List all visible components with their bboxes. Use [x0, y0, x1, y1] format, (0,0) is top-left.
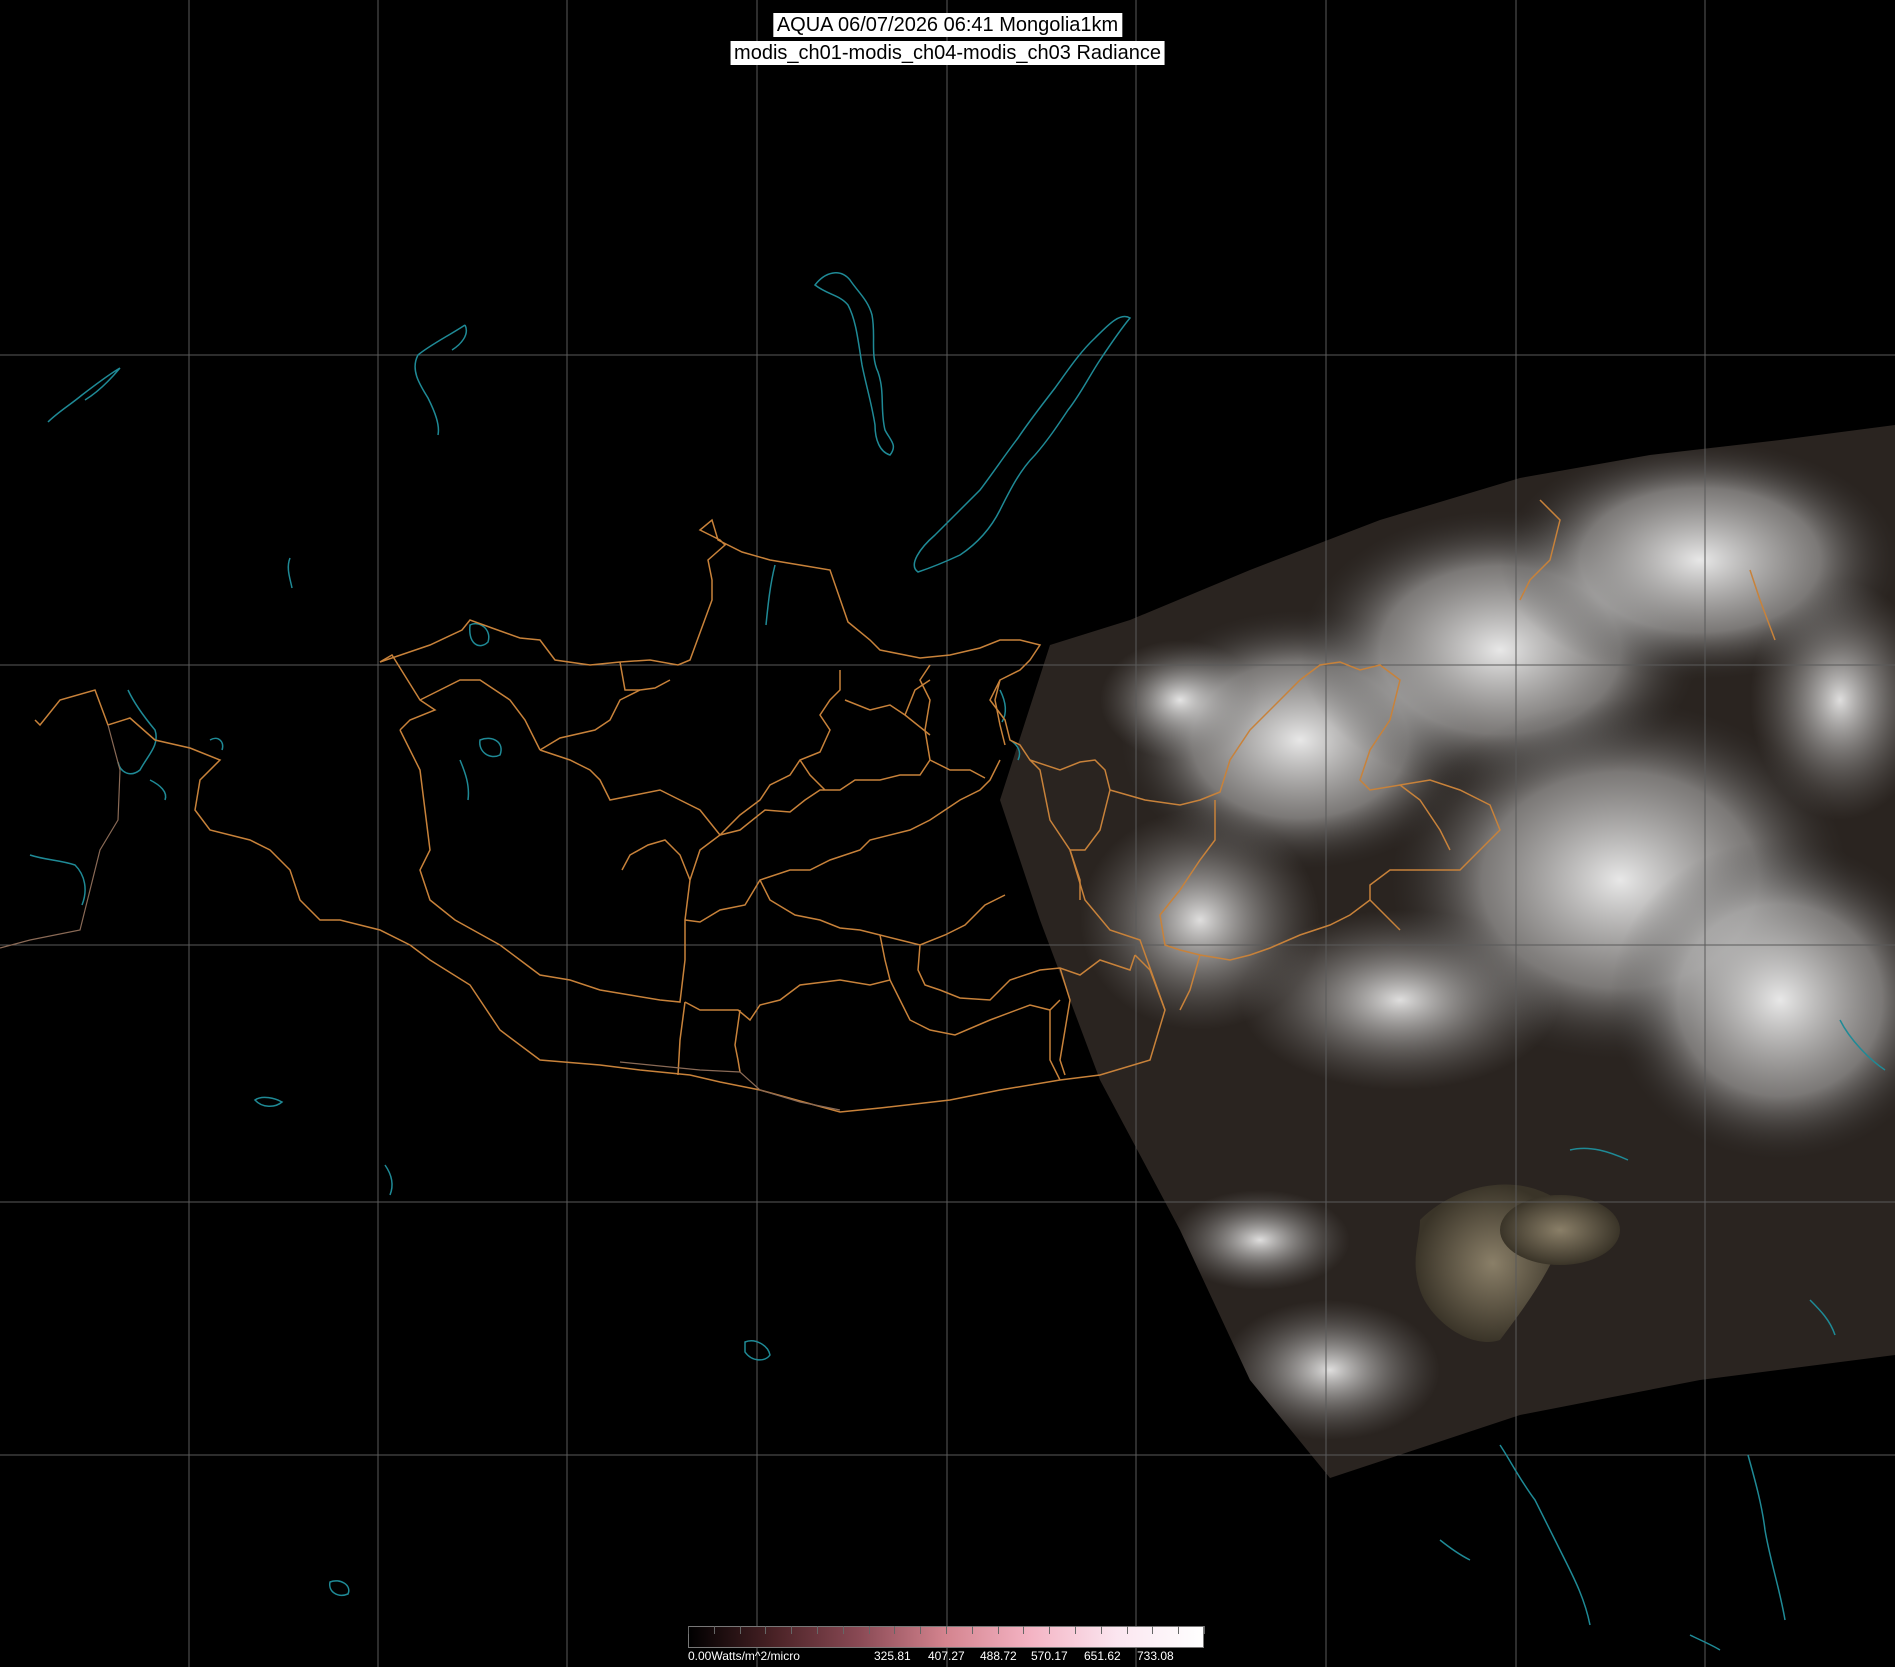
- colorbar-tick: [1049, 1626, 1051, 1634]
- satellite-map: [0, 0, 1895, 1667]
- colorbar-tick: [868, 1626, 870, 1634]
- colorbar-tick: [713, 1626, 715, 1634]
- colorbar-tick: [791, 1626, 793, 1634]
- colorbar-tick: [1075, 1626, 1076, 1634]
- colorbar-tick-label: 325.81: [874, 1649, 911, 1663]
- colorbar-tick-label: 733.08: [1137, 1649, 1174, 1663]
- colorbar-tick: [1178, 1626, 1180, 1634]
- satellite-swath: [1000, 425, 1895, 1478]
- colorbar: 0.00Watts/m^2/micro 325.81 407.27 488.72…: [688, 1626, 1205, 1663]
- colorbar-tick-label: 570.17: [1031, 1649, 1068, 1663]
- colorbar-tick: [920, 1626, 922, 1634]
- colorbar-tick: [1023, 1626, 1025, 1634]
- colorbar-tick: [765, 1626, 767, 1634]
- colorbar-tick: [971, 1626, 973, 1634]
- country-boundary: [0, 724, 841, 1111]
- title-line-1: AQUA 06/07/2026 06:41 Mongolia1km: [772, 13, 1123, 37]
- colorbar-tick: [946, 1626, 947, 1634]
- colorbar-tick-label: 651.62: [1084, 1649, 1121, 1663]
- colorbar-tick: [688, 1626, 689, 1634]
- colorbar-tick: [894, 1626, 896, 1634]
- colorbar-tick: [997, 1626, 999, 1634]
- title-line-2: modis_ch01-modis_ch04-modis_ch03 Radianc…: [730, 41, 1165, 65]
- colorbar-tick: [1126, 1626, 1128, 1634]
- colorbar-unit-label: 0.00Watts/m^2/micro: [688, 1649, 800, 1663]
- colorbar-tick: [739, 1626, 741, 1634]
- colorbar-tick: [842, 1626, 844, 1634]
- colorbar-tick: [817, 1626, 818, 1634]
- colorbar-tick: [1100, 1626, 1102, 1634]
- colorbar-tick: [1204, 1626, 1205, 1634]
- colorbar-tick-label: 488.72: [980, 1649, 1017, 1663]
- colorbar-tick-label: 407.27: [928, 1649, 965, 1663]
- colorbar-tick: [1152, 1626, 1154, 1634]
